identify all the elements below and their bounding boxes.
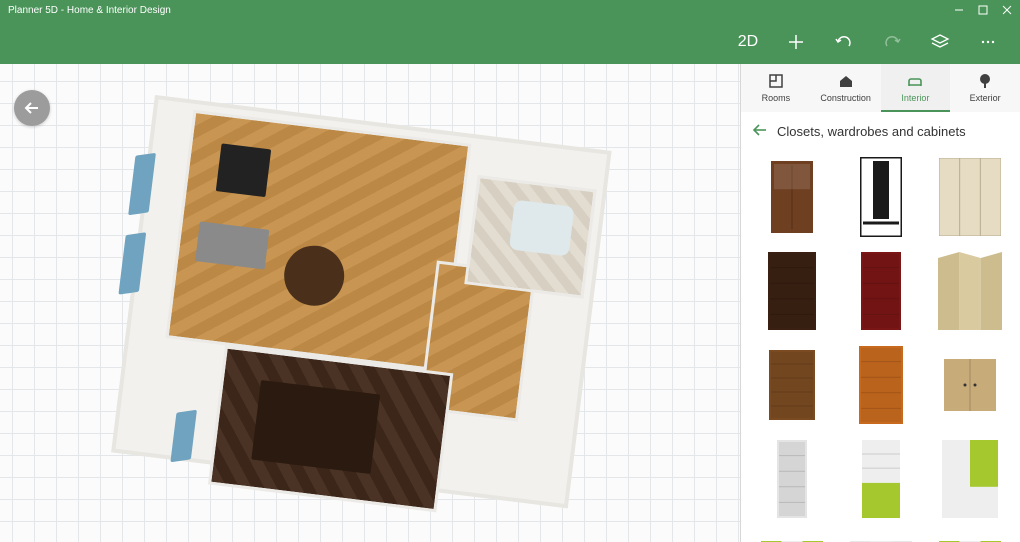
catalog-item-combo-lime-3[interactable] [747, 526, 836, 542]
tv-unit [216, 143, 271, 197]
catalog-breadcrumb: Closets, wardrobes and cabinets [741, 112, 1020, 150]
redo-icon [882, 32, 902, 52]
back-button[interactable] [14, 90, 50, 126]
design-canvas[interactable] [0, 64, 740, 542]
ellipsis-icon [979, 33, 997, 51]
tab-label: Exterior [970, 93, 1001, 103]
sofa [195, 221, 269, 269]
catalog-item-wardrobe-cream[interactable] [925, 150, 1014, 244]
catalog-item-hutch-brown[interactable] [747, 150, 836, 244]
catalog-item-shelf-orange[interactable] [836, 338, 925, 432]
redo-button[interactable] [868, 20, 916, 64]
tab-construction[interactable]: Construction [811, 64, 881, 112]
catalog-item-wardrobe-black[interactable] [836, 150, 925, 244]
arrow-left-icon [751, 121, 769, 139]
tab-label: Construction [820, 93, 871, 103]
window-maximize-button[interactable] [978, 5, 988, 15]
tree-icon [976, 72, 994, 90]
catalog-tabs: Rooms Construction Interior Exterior [741, 64, 1020, 112]
sofa-icon [906, 72, 924, 90]
rooms-icon [767, 72, 785, 90]
catalog-item-shelf-brown-1[interactable] [747, 338, 836, 432]
catalog-grid [741, 150, 1020, 542]
catalog-item-combo-lime-1[interactable] [836, 432, 925, 526]
undo-button[interactable] [820, 20, 868, 64]
catalog-item-combo-lime-4[interactable] [925, 526, 1014, 542]
catalog-item-bookshelf-red[interactable] [836, 244, 925, 338]
catalog-back-button[interactable] [751, 121, 769, 142]
window-close-button[interactable] [1002, 5, 1012, 15]
main-toolbar: 2D [0, 20, 1020, 64]
tab-rooms[interactable]: Rooms [741, 64, 811, 112]
arrow-left-icon [23, 99, 41, 117]
window-titlebar: Planner 5D - Home & Interior Design [0, 0, 1020, 20]
layers-button[interactable] [916, 20, 964, 64]
plus-icon [787, 33, 805, 51]
house-icon [837, 72, 855, 90]
bathtub [509, 200, 575, 257]
tab-label: Rooms [762, 93, 791, 103]
view-mode-toggle[interactable]: 2D [724, 20, 772, 64]
window-title: Planner 5D - Home & Interior Design [8, 5, 171, 16]
more-button[interactable] [964, 20, 1012, 64]
catalog-item-combo-lime-2[interactable] [925, 432, 1014, 526]
layers-icon [930, 32, 950, 52]
add-button[interactable] [772, 20, 820, 64]
tab-interior[interactable]: Interior [881, 64, 951, 112]
tab-exterior[interactable]: Exterior [950, 64, 1020, 112]
catalog-item-combo-white-1[interactable] [836, 526, 925, 542]
catalog-item-shelf-white[interactable] [747, 432, 836, 526]
floorplan-3d[interactable] [106, 75, 653, 542]
bed [251, 380, 380, 474]
catalog-panel: Rooms Construction Interior Exterior Clo… [740, 64, 1020, 542]
catalog-item-cabinet-beige-low[interactable] [925, 338, 1014, 432]
undo-icon [834, 32, 854, 52]
catalog-item-screen-beige[interactable] [925, 244, 1014, 338]
catalog-title: Closets, wardrobes and cabinets [777, 124, 966, 139]
window-minimize-button[interactable] [954, 5, 964, 15]
catalog-item-bookshelf-dark[interactable] [747, 244, 836, 338]
tab-label: Interior [901, 93, 929, 103]
